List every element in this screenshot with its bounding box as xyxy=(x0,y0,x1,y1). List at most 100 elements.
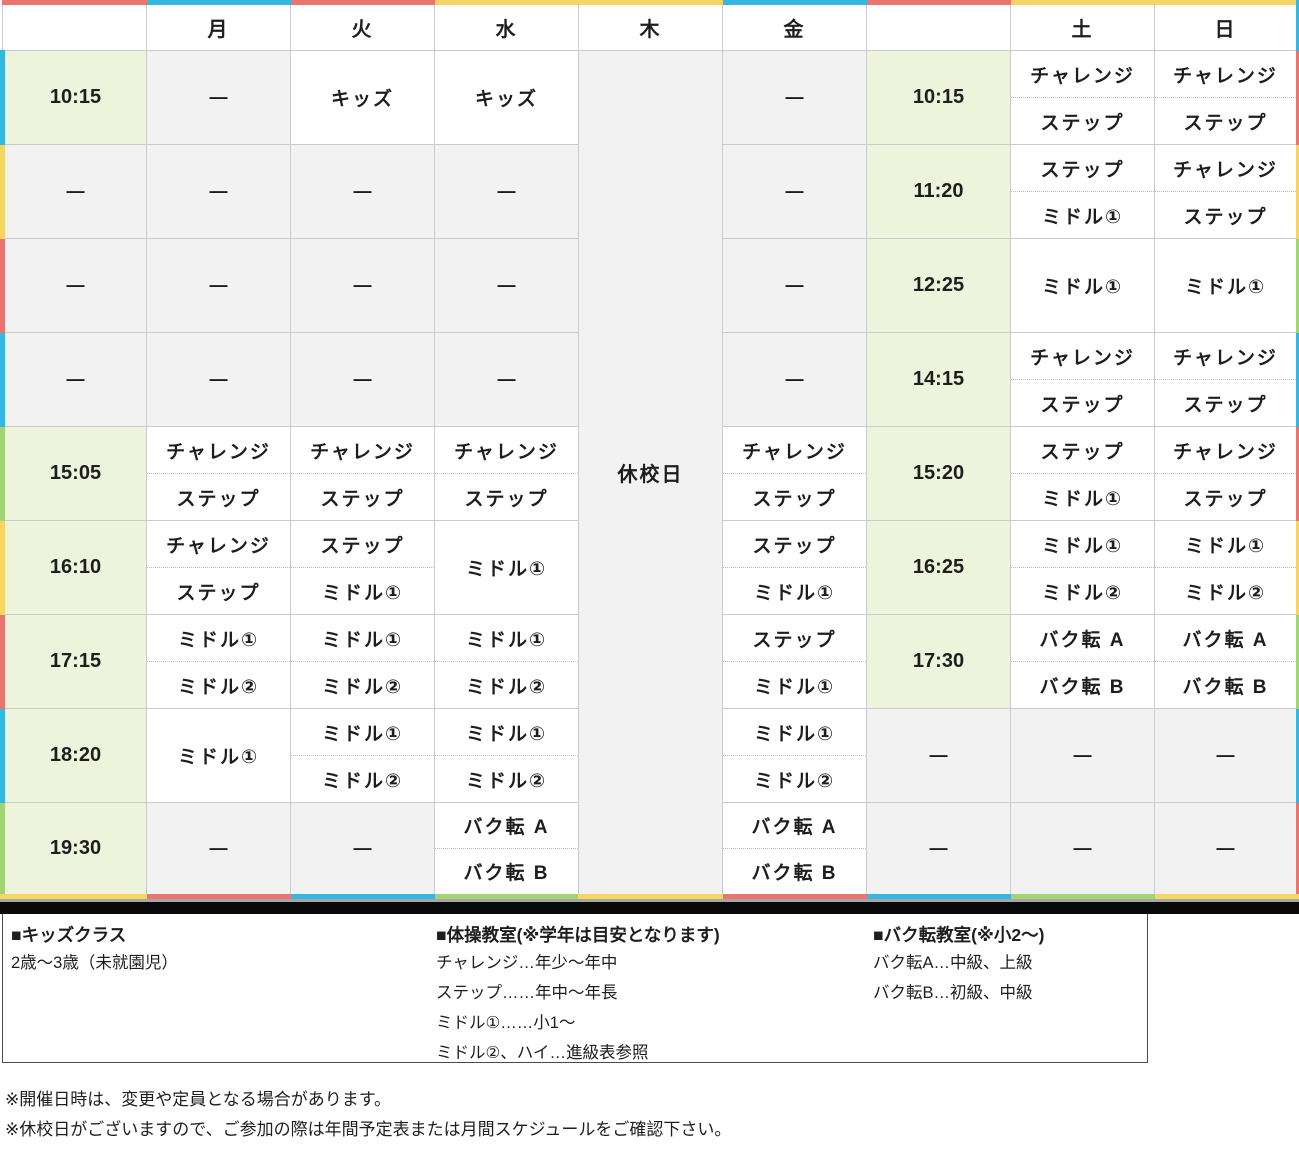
time-cell: 17:30 xyxy=(866,614,1011,709)
class-slot: ミドル② xyxy=(147,661,290,708)
class-slot: ミドル① xyxy=(723,567,866,614)
split-cell: ミドル① ミドル② xyxy=(1155,522,1294,614)
class-slot: ミドル① xyxy=(1011,473,1154,520)
legend-line: 2歳〜3歳（未就園児） xyxy=(11,954,178,972)
empty-cell: — xyxy=(434,332,579,427)
class-cell: バク転 A バク転 B xyxy=(722,802,867,899)
class-slot: ミドル① xyxy=(291,567,434,614)
class-cell: キッズ xyxy=(434,50,579,145)
empty-cell: — xyxy=(290,802,435,899)
time-cell: 17:15 xyxy=(0,614,147,709)
class-slot: バク転 A xyxy=(1182,629,1269,651)
class-slot: ミドル② xyxy=(723,755,866,802)
split-cell: チャレンジ ステップ xyxy=(1155,52,1294,144)
class-slot: ミドル① xyxy=(321,723,404,745)
class-cell: バク転 A バク転 B xyxy=(1154,614,1299,709)
empty-cell: — xyxy=(1154,708,1299,803)
class-slot: ミドル② xyxy=(291,755,434,802)
time-column-header-left xyxy=(2,0,147,51)
legend-title: ■キッズクラス xyxy=(11,925,127,945)
class-cell: ステップ ミドル① xyxy=(1010,144,1155,239)
time-cell: 15:05 xyxy=(0,426,147,521)
day-header-sat: 土 xyxy=(1010,0,1155,51)
class-cell: チャレンジ ステップ xyxy=(1154,426,1299,521)
class-slot: ミドル② xyxy=(1011,567,1154,614)
split-cell: バク転 A バク転 B xyxy=(1155,616,1294,708)
schedule-body: 10:15— キッズ キッズ 休校日 —10:15 チャレンジ ステップ チャレンジ ステップ —… xyxy=(0,50,1299,899)
class-slot: ステップ xyxy=(1155,379,1294,426)
empty-cell: — xyxy=(146,144,291,239)
empty-cell: — xyxy=(434,238,579,333)
closed-day-cell: 休校日 xyxy=(578,50,723,899)
class-slot: ミドル① xyxy=(1041,535,1124,557)
empty-cell: — xyxy=(722,332,867,427)
class-cell: チャレンジ ステップ xyxy=(290,426,435,521)
day-header-wed: 水 xyxy=(434,0,579,51)
class-cell: チャレンジ ステップ xyxy=(1154,50,1299,145)
class-slot: チャレンジ xyxy=(454,441,559,463)
time-cell: 12:25 xyxy=(866,238,1011,333)
split-cell: ステップ ミドル① xyxy=(723,616,866,708)
class-slot: バク転 B xyxy=(435,848,578,892)
class-slot: チャレンジ xyxy=(1173,347,1278,369)
class-slot: ミドル② xyxy=(435,661,578,708)
time-cell: 10:15 xyxy=(0,50,147,145)
class-slot: ステップ xyxy=(1011,97,1154,144)
class-cell: チャレンジ ステップ xyxy=(146,426,291,521)
class-slot: ステップ xyxy=(1155,97,1294,144)
time-cell: 19:30 xyxy=(0,802,147,899)
class-slot: バク転 B xyxy=(1011,661,1154,708)
class-slot: ミドル① xyxy=(321,629,404,651)
split-cell: チャレンジ ステップ xyxy=(1155,146,1294,238)
schedule-table: 月火水木金土日 10:15— キッズ キッズ 休校日 —10:15 チャレンジ ステップ チャ… xyxy=(0,0,1299,899)
legend-section-taiso: ■体操教室(※学年は目安となります) チャレンジ…年少〜年中 ステップ……年中〜年… xyxy=(428,922,865,1062)
split-cell: チャレンジ ステップ xyxy=(723,428,866,520)
split-cell: バク転 A バク転 B xyxy=(435,804,578,892)
day-header-fri: 金 xyxy=(722,0,867,51)
class-cell: ミドル① xyxy=(146,708,291,803)
class-slot: バク転 B xyxy=(1155,661,1294,708)
class-slot: チャレンジ xyxy=(166,535,271,557)
empty-cell: — xyxy=(290,332,435,427)
schedule-header-row: 月火水木金 土日 xyxy=(2,0,1299,51)
empty-cell: — xyxy=(146,238,291,333)
class-slot: バク転 B xyxy=(723,848,866,892)
class-cell: チャレンジ ステップ xyxy=(146,520,291,615)
empty-cell: — xyxy=(722,144,867,239)
empty-cell: — xyxy=(434,144,579,239)
class-slot: バク転 A xyxy=(463,817,550,838)
class-cell: ミドル① ミドル② xyxy=(1154,520,1299,615)
split-cell: ミドル① ミドル② xyxy=(1011,522,1154,614)
class-cell: ミドル① ミドル② xyxy=(434,614,579,709)
class-cell: チャレンジ ステップ xyxy=(1010,50,1155,145)
class-slot: チャレンジ xyxy=(1173,65,1278,87)
day-header-sun: 日 xyxy=(1154,0,1299,51)
legend-lines: 2歳〜3歳（未就園児） xyxy=(11,948,428,978)
split-cell: チャレンジ ステップ xyxy=(1011,52,1154,144)
legend-line: バク転A…中級、上級 xyxy=(873,954,1033,972)
class-cell: ステップミドル① xyxy=(1010,426,1155,521)
split-cell: チャレンジ ステップ xyxy=(1155,334,1294,426)
class-slot: ミドル① xyxy=(753,723,836,745)
class-cell: ミドル① ミドル② xyxy=(290,708,435,803)
time-cell: 16:10 xyxy=(0,520,147,615)
split-cell: チャレンジ ステップ xyxy=(435,428,578,520)
class-cell: チャレンジ ステップ xyxy=(1154,144,1299,239)
class-slot: ステップ xyxy=(752,535,837,557)
class-slot: チャレンジ xyxy=(166,441,271,463)
class-cell: ステップミドル① xyxy=(722,520,867,615)
empty-cell: — xyxy=(722,50,867,145)
time-empty-cell: — xyxy=(0,144,147,239)
class-cell: ステップ ミドル① xyxy=(722,614,867,709)
class-slot: ステップ xyxy=(291,473,434,520)
split-cell: ステップミドル① xyxy=(291,522,434,614)
class-slot: ステップ xyxy=(1040,441,1125,463)
class-slot: バク転 A xyxy=(1039,629,1126,651)
class-slot: ミドル② xyxy=(1155,567,1294,614)
footnotes: ※開催日時は、変更や定員となる場合があります。 ※休校日がございますので、ご参加の… xyxy=(5,1085,1299,1145)
class-cell: ミドル① ミドル② xyxy=(1010,520,1155,615)
legend-title: ■体操教室(※学年は目安となります) xyxy=(436,925,720,945)
class-slot: チャレンジ xyxy=(742,441,847,463)
class-slot: ステップ xyxy=(320,535,405,557)
class-slot: ステップ xyxy=(752,629,837,651)
